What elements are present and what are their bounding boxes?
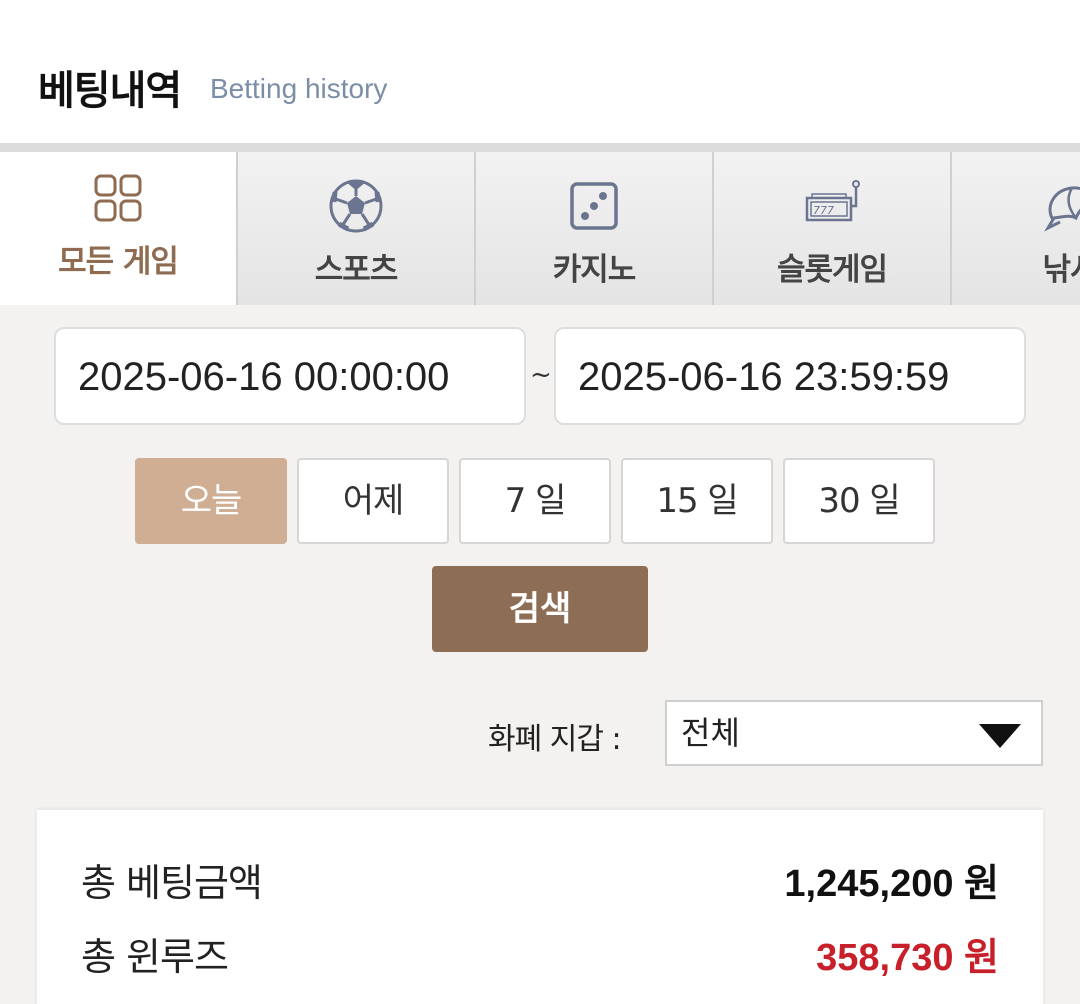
slot-machine-icon: 777 <box>805 180 860 222</box>
svg-text:777: 777 <box>813 204 834 217</box>
tab-label: 카지노 <box>552 252 637 288</box>
tab-slot-games[interactable]: 777 슬롯게임 <box>714 152 952 305</box>
tab-all-games[interactable]: 모든 게임 <box>0 152 238 305</box>
range-today-button[interactable]: 오늘 <box>135 458 287 544</box>
wallet-label: 화폐 지갑 : <box>488 722 622 757</box>
total-winloss-value: 358,730 원 <box>816 937 999 979</box>
fish-icon <box>1044 186 1080 232</box>
wallet-select[interactable]: 전체 <box>665 700 1043 766</box>
page-title: 베팅내역 <box>38 68 182 114</box>
chevron-down-icon <box>979 724 1021 748</box>
range-yesterday-button[interactable]: 어제 <box>297 458 449 544</box>
start-date-input[interactable]: 2025-06-16 00:00:00 <box>54 327 526 425</box>
total-bet-label: 총 베팅금액 <box>81 861 263 905</box>
total-winloss-label: 총 윈루즈 <box>81 935 229 979</box>
range-7-days-button[interactable]: 7 일 <box>459 458 611 544</box>
tab-label: 낚시 <box>1042 252 1080 288</box>
end-date-input[interactable]: 2025-06-16 23:59:59 <box>554 327 1026 425</box>
date-separator: ~ <box>530 360 552 390</box>
range-30-days-button[interactable]: 30 일 <box>783 458 935 544</box>
summary-panel: 총 베팅금액 1,245,200 원 총 윈루즈 358,730 원 <box>37 810 1043 1004</box>
page-subtitle: Betting history <box>210 73 388 104</box>
soccer-ball-icon <box>329 179 383 233</box>
page-header: 베팅내역 Betting history <box>0 0 1080 143</box>
tab-label: 슬롯게임 <box>776 252 888 288</box>
tab-sports[interactable]: 스포츠 <box>238 152 476 305</box>
game-category-tabs: 모든 게임 스포츠 카지노 777 슬롯게임 낚 <box>0 143 1080 305</box>
grid-icon <box>94 174 142 222</box>
tab-casino[interactable]: 카지노 <box>476 152 714 305</box>
tab-label: 스포츠 <box>314 252 399 288</box>
range-15-days-button[interactable]: 15 일 <box>621 458 773 544</box>
total-bet-value: 1,245,200 원 <box>784 863 999 905</box>
dice-icon <box>570 182 618 230</box>
tab-label: 모든 게임 <box>58 244 179 280</box>
search-button[interactable]: 검색 <box>432 566 648 652</box>
tab-fishing[interactable]: 낚시 <box>952 152 1080 305</box>
wallet-selected-value: 전체 <box>681 714 740 752</box>
